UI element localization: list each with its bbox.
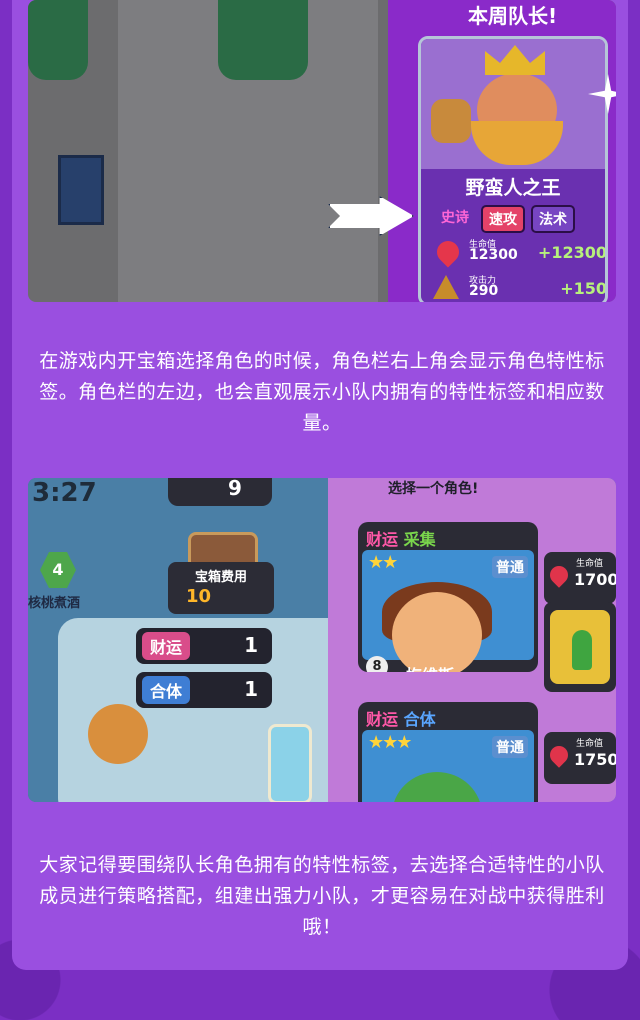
grass-patch [28, 0, 88, 80]
tag-magic: 法术 [531, 205, 575, 233]
character-name: 野蛮人之王 [465, 177, 561, 199]
tag-speed: 速攻 [481, 205, 525, 233]
heart-icon [432, 236, 464, 268]
screenshot-captain-card: 本周队长! 野蛮人之王 史诗 速攻 法术 生命值 12300 +12300 攻击… [28, 0, 616, 302]
plant-icon [572, 630, 592, 670]
attack-icon [433, 275, 459, 299]
hero-traits: 财运 采集 [366, 526, 436, 550]
hero-name: 梅维斯 [406, 662, 454, 672]
captain-panel: 本周队长! 野蛮人之王 史诗 速攻 法术 生命值 12300 +12300 攻击… [388, 0, 616, 302]
face-icon [392, 772, 482, 802]
star-rating-icon: ★★★ [368, 732, 412, 753]
captain-card[interactable]: 野蛮人之王 史诗 速攻 法术 生命值 12300 +12300 攻击力 290 … [418, 36, 608, 302]
hero-trait-a: 财运 [366, 530, 399, 549]
game-crate [58, 155, 104, 225]
hero-trait-b: 合体 [403, 710, 436, 729]
hero-hp: 生命值 1750 [544, 732, 616, 784]
round-timer: 3:27 [32, 478, 97, 508]
coin-value: 9 [228, 478, 242, 500]
hero-traits: 财运 合体 [366, 706, 436, 730]
battlefield: 3:27 9 宝箱费用 10 4 核桃煮酒 财运 1 合体 1 [28, 478, 358, 802]
chest-cost-label: 宝箱费用 [194, 570, 247, 585]
fist-icon [431, 99, 471, 143]
select-prompt: 选择一个角色! [388, 481, 479, 497]
atk-value: 290 [469, 283, 499, 299]
screenshot-hero-select: 3:27 9 宝箱费用 10 4 核桃煮酒 财运 1 合体 1 选择一个角色! … [28, 478, 616, 802]
hero-card[interactable]: 财运 合体 ★★★ 普通 [358, 702, 538, 802]
coin-plant-icon [550, 610, 610, 684]
hero-hp: 生命值 1700 [544, 552, 616, 604]
captain-portrait [421, 39, 605, 169]
trait-label: 财运 [142, 632, 191, 660]
caption-2: 大家记得要围绕队长角色拥有的特性标签，去选择合适特性的小队成员进行策略搭配，组建… [39, 854, 605, 938]
hero-card[interactable]: 财运 采集 ★★ 普通 8 梅维斯 [358, 522, 538, 672]
hero-number: 8 [366, 656, 388, 672]
atk-row: 攻击力 290 +150 [433, 273, 607, 302]
crown-icon [485, 45, 545, 75]
hp-value: 1750 [574, 750, 616, 769]
level-badge: 4 [40, 552, 76, 588]
captain-banner: 本周队长! [468, 4, 558, 28]
rarity-badge: 普通 [492, 736, 528, 758]
coin-counter: 9 [168, 478, 272, 506]
hp-label: 生命值 [576, 559, 604, 569]
heart-icon [546, 562, 572, 588]
trait-label: 合体 [142, 676, 191, 704]
player-name: 核桃煮酒 [28, 596, 81, 611]
star-rating-icon: ★★ [368, 552, 398, 573]
player-hero [88, 704, 148, 764]
rarity-badge: 普通 [492, 556, 528, 578]
beard-icon [471, 121, 563, 165]
hp-value: 12300 [469, 247, 518, 263]
hp-value: 1700 [574, 570, 616, 589]
caption-1: 在游戏内开宝箱选择角色的时候，角色栏右上角会显示角色特性标签。角色栏的左边，也会… [39, 350, 605, 434]
hp-row: 生命值 12300 +12300 [432, 236, 607, 268]
mini-hero-card[interactable] [268, 724, 312, 802]
trait-count: 1 [244, 677, 258, 701]
hp-bonus: +12300 [537, 243, 607, 262]
chest-cost-value: 10 [186, 586, 212, 607]
grass-patch [218, 0, 308, 80]
tag-epic: 史诗 [441, 210, 469, 226]
trait-count: 1 [244, 633, 258, 657]
face-icon [392, 592, 482, 672]
item-slot[interactable] [544, 602, 616, 692]
trait-count-fortune: 财运 1 [136, 628, 272, 664]
hero-trait-a: 财运 [366, 710, 399, 729]
hero-trait-b: 采集 [403, 530, 436, 549]
atk-bonus: +150 [560, 279, 607, 298]
heart-icon [546, 742, 572, 768]
hero-select-panel: 选择一个角色! 财运 采集 ★★ 普通 8 梅维斯 生命值 1700 [328, 478, 616, 802]
chest-cost: 宝箱费用 10 [168, 562, 274, 614]
trait-tags: 史诗 速攻 法术 [435, 205, 575, 233]
trait-count-fusion: 合体 1 [136, 672, 272, 708]
hp-label: 生命值 [576, 739, 604, 749]
